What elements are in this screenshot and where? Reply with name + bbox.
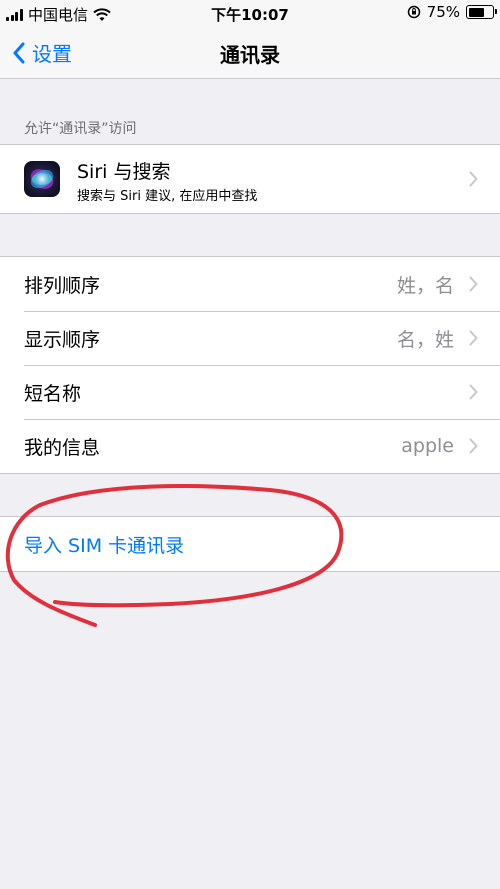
chevron-right-icon: [469, 438, 478, 454]
chevron-right-icon: [469, 171, 478, 187]
battery-icon: [466, 5, 497, 19]
siri-search-row[interactable]: Siri 与搜索 搜索与 Siri 建议, 在应用中查找: [0, 145, 500, 213]
short-name-label: 短名称: [24, 382, 82, 405]
short-name-row[interactable]: 短名称: [0, 365, 500, 419]
sort-order-row[interactable]: 排列顺序 姓，名: [0, 257, 500, 311]
status-right: 75%: [407, 3, 497, 21]
my-info-value: apple: [401, 435, 454, 457]
contacts-settings-group: 排列顺序 姓，名 显示顺序 名，姓 短名称 我的信息 apple: [0, 256, 500, 474]
import-sim-group: 导入 SIM 卡通讯录: [0, 516, 500, 572]
status-bar: 中国电信 下午10:07 75%: [0, 0, 500, 26]
chevron-right-icon: [469, 384, 478, 400]
display-order-value: 名，姓: [396, 328, 454, 351]
siri-subtitle: 搜索与 Siri 建议, 在应用中查找: [77, 189, 258, 204]
my-info-row[interactable]: 我的信息 apple: [0, 419, 500, 473]
sort-order-value: 姓，名: [396, 274, 454, 297]
chevron-right-icon: [469, 276, 478, 292]
siri-title: Siri 与搜索: [77, 161, 171, 183]
display-order-label: 显示顺序: [24, 328, 101, 351]
section-header-allow-access: 允许“通讯录”访问: [24, 121, 137, 137]
navigation-bar: 设置 通讯录: [0, 26, 500, 79]
sort-order-label: 排列顺序: [24, 274, 101, 297]
import-sim-contacts-row[interactable]: 导入 SIM 卡通讯录: [0, 517, 500, 571]
siri-icon: [24, 161, 60, 197]
battery-percent: 75%: [426, 3, 460, 21]
import-sim-contacts-link[interactable]: 导入 SIM 卡通讯录: [24, 531, 184, 558]
page-title: 通讯录: [220, 43, 280, 67]
my-info-label: 我的信息: [24, 436, 101, 459]
chevron-right-icon: [469, 330, 478, 346]
orientation-lock-icon: [407, 5, 420, 19]
siri-group: Siri 与搜索 搜索与 Siri 建议, 在应用中查找: [0, 144, 500, 214]
display-order-row[interactable]: 显示顺序 名，姓: [0, 311, 500, 365]
